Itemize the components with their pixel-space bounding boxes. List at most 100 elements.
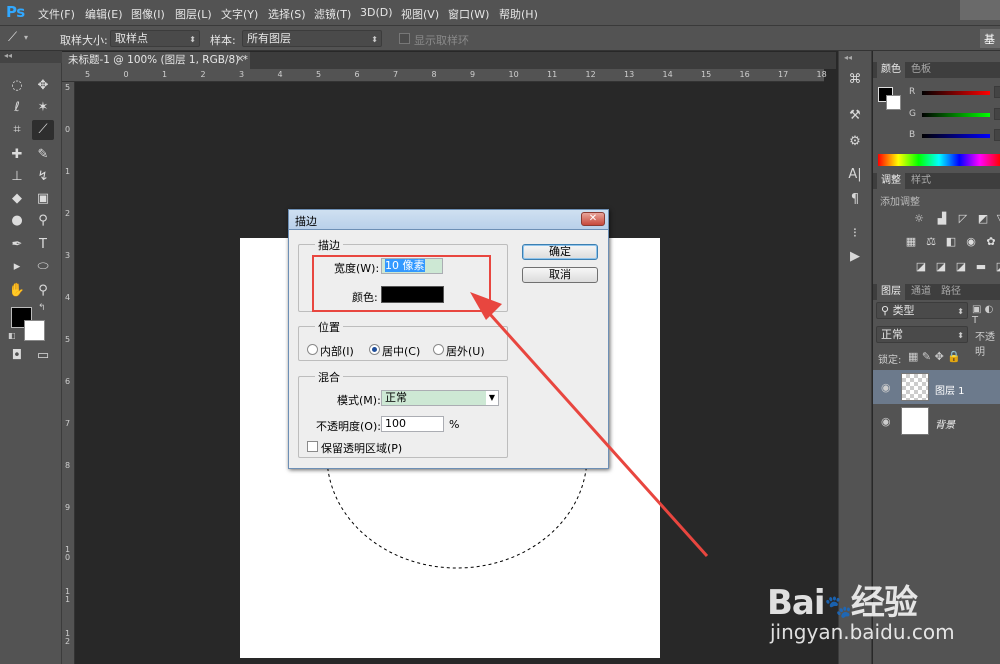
dialog-titlebar[interactable] (288, 209, 609, 230)
brightness-icon[interactable]: ☼ (912, 213, 926, 225)
color-spectrum[interactable] (878, 154, 1000, 166)
tab-adjustments[interactable]: 调整 (877, 173, 905, 189)
show-ring-checkbox[interactable] (399, 33, 410, 44)
tab-paths[interactable]: 路径 (937, 284, 965, 300)
posterize-icon[interactable]: ◪ (934, 261, 948, 273)
menu-file[interactable]: 文件(F) (38, 6, 75, 22)
background-color-swatch[interactable] (24, 320, 45, 341)
blur-icon[interactable]: ● (6, 211, 28, 231)
slider-g[interactable] (922, 113, 990, 117)
channel-mixer-icon[interactable]: ✿ (984, 236, 998, 248)
magic-wand-icon[interactable]: ✶ (32, 98, 54, 118)
hue-icon[interactable]: ▦ (904, 236, 918, 248)
sample-size-select[interactable]: 取样点 ⬍ (110, 30, 200, 47)
eye-icon[interactable]: ◉ (881, 415, 891, 428)
dodge-icon[interactable]: ⚲ (32, 211, 54, 231)
panel-collapse-icon[interactable]: ◂◂ (0, 51, 62, 63)
panel-bg-swatch[interactable] (886, 95, 901, 110)
exposure-icon[interactable]: ◩ (976, 213, 990, 225)
type-icon[interactable]: T (32, 235, 54, 255)
tab-channels[interactable]: 通道 (907, 284, 935, 300)
hand-icon[interactable]: ✋ (6, 281, 28, 301)
sample-select[interactable]: 所有图层 ⬍ (242, 30, 382, 47)
document-tab[interactable]: 未标题-1 @ 100% (图层 1, RGB/8) * (62, 52, 250, 69)
bw-icon[interactable]: ◧ (944, 236, 958, 248)
filter-icons[interactable]: ▣ ◐ T (972, 304, 1000, 326)
screen-mode-icon[interactable]: ▭ (32, 346, 54, 366)
workspace-button[interactable]: 基 (980, 29, 1000, 48)
character-icon[interactable]: A| (842, 165, 868, 185)
healing-brush-icon[interactable]: ✚ (6, 145, 28, 165)
menu-help[interactable]: 帮助(H) (499, 6, 538, 22)
shape-icon[interactable]: ⬭ (32, 257, 54, 277)
radio-center[interactable] (369, 344, 380, 355)
eyedropper-icon[interactable]: ⟋ (8, 30, 17, 45)
panel-collapse-icon[interactable]: ◂◂ (844, 53, 852, 62)
tab-swatches[interactable]: 色板 (907, 62, 935, 78)
lock-icons[interactable]: ▦ ✎ ✥ 🔒 (908, 350, 961, 363)
preserve-transparency-checkbox[interactable] (307, 441, 318, 452)
layer-name[interactable]: 背景 (935, 416, 955, 431)
actions-icon[interactable]: ⚒ (842, 106, 868, 126)
zoom-icon[interactable]: ⚲ (32, 281, 54, 301)
move-icon[interactable]: ✥ (32, 76, 54, 96)
opacity-input[interactable]: 100 (381, 416, 444, 432)
eye-icon[interactable]: ◉ (881, 381, 891, 394)
swap-colors-icon[interactable]: ↰ (38, 303, 46, 313)
layer-row-layer1[interactable]: ◉ 图层 1 (873, 370, 1000, 406)
pen-icon[interactable]: ✒ (6, 235, 28, 255)
layer-row-background[interactable]: ◉ 背景 (873, 404, 1000, 440)
radio-inside[interactable] (307, 344, 318, 355)
marquee-icon[interactable]: ◌ (6, 76, 28, 96)
vibrance-icon[interactable]: ▽ (994, 213, 1000, 225)
layer-filter-select[interactable]: ⚲ 类型 ⬍ (876, 302, 968, 319)
tab-color[interactable]: 颜色 (877, 62, 905, 78)
ok-button[interactable]: 确定 (522, 244, 598, 260)
photo-filter-icon[interactable]: ◉ (964, 236, 978, 248)
lasso-icon[interactable]: ℓ (6, 98, 28, 118)
menu-window[interactable]: 窗口(W) (448, 6, 489, 22)
radio-outside[interactable] (433, 344, 444, 355)
menu-3d[interactable]: 3D(D) (360, 6, 393, 19)
crop-icon[interactable]: ⌗ (6, 120, 28, 140)
chevron-down-icon[interactable]: ▾ (24, 33, 28, 42)
tool-presets-icon[interactable]: ⚙ (842, 132, 868, 152)
tab-styles[interactable]: 样式 (907, 173, 935, 189)
menu-view[interactable]: 视图(V) (401, 6, 439, 22)
window-controls[interactable] (960, 0, 1000, 20)
slider-b[interactable] (922, 134, 990, 138)
value-r[interactable] (994, 86, 1000, 98)
close-icon[interactable]: ✕ (236, 54, 244, 65)
menu-type[interactable]: 文字(Y) (221, 6, 258, 22)
clone-stamp-icon[interactable]: ⊥ (6, 167, 28, 187)
value-g[interactable] (994, 108, 1000, 120)
close-button[interactable]: ✕ (581, 212, 605, 226)
cancel-button[interactable]: 取消 (522, 267, 598, 283)
invert-icon[interactable]: ◪ (914, 261, 928, 273)
path-select-icon[interactable]: ▸ (6, 257, 28, 277)
gradient-icon[interactable]: ▣ (32, 189, 54, 209)
menu-image[interactable]: 图像(I) (131, 6, 165, 22)
menu-filter[interactable]: 滤镜(T) (314, 6, 351, 22)
gradient-map-icon[interactable]: ▬ (974, 261, 988, 273)
selective-color-icon[interactable]: ◪ (994, 261, 1000, 273)
tab-layers[interactable]: 图层 (877, 284, 905, 300)
threshold-icon[interactable]: ◪ (954, 261, 968, 273)
levels-icon[interactable]: ▟ (935, 213, 949, 225)
menu-edit[interactable]: 编辑(E) (85, 6, 123, 22)
brush-icon[interactable]: ✎ (32, 145, 54, 165)
history-icon[interactable]: ⌘ (842, 70, 868, 90)
curves-icon[interactable]: ◸ (956, 213, 970, 225)
slider-r[interactable] (922, 91, 990, 95)
layer-comps-icon[interactable]: ⁝ (842, 224, 868, 244)
layer-name[interactable]: 图层 1 (935, 382, 965, 397)
play-icon[interactable]: ▶ (842, 247, 868, 267)
default-colors-icon[interactable]: ◧ (8, 331, 16, 340)
eyedropper-tool-icon[interactable]: ⟋ (32, 120, 54, 140)
blend-mode-select[interactable]: 正常 ⬍ (876, 326, 968, 343)
menu-layer[interactable]: 图层(L) (175, 6, 212, 22)
value-b[interactable] (994, 129, 1000, 141)
paragraph-icon[interactable]: ¶ (842, 190, 868, 210)
mode-select[interactable]: 正常 ▼ (381, 390, 499, 406)
history-brush-icon[interactable]: ↯ (32, 167, 54, 187)
